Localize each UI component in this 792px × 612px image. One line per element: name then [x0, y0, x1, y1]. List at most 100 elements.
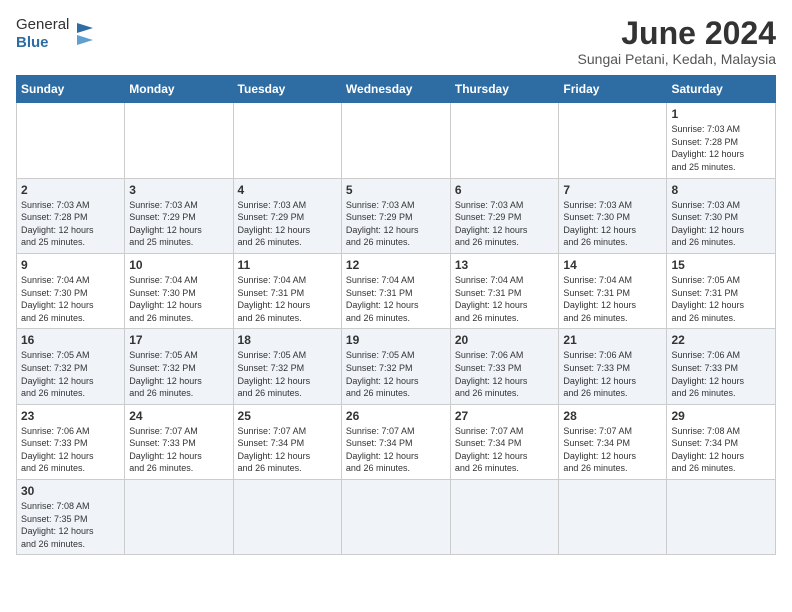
day-info: Sunrise: 7:03 AM Sunset: 7:30 PM Dayligh…: [671, 199, 771, 249]
logo-blue: Blue: [16, 34, 69, 52]
calendar-cell: 19 Sunrise: 7:05 AM Sunset: 7:32 PM Dayli…: [341, 329, 450, 404]
calendar-cell: 21 Sunrise: 7:06 AM Sunset: 7:33 PM Dayli…: [559, 329, 667, 404]
day-info: Sunrise: 7:06 AM Sunset: 7:33 PM Dayligh…: [563, 349, 662, 399]
day-info: Sunrise: 7:03 AM Sunset: 7:29 PM Dayligh…: [129, 199, 228, 249]
weekday-header-friday: Friday: [559, 76, 667, 103]
day-info: Sunrise: 7:07 AM Sunset: 7:34 PM Dayligh…: [455, 425, 555, 475]
calendar-cell: 16 Sunrise: 7:05 AM Sunset: 7:32 PM Dayli…: [17, 329, 125, 404]
calendar-week-row: 9 Sunrise: 7:04 AM Sunset: 7:30 PM Daylig…: [17, 253, 776, 328]
day-info: Sunrise: 7:03 AM Sunset: 7:29 PM Dayligh…: [455, 199, 555, 249]
day-number: 8: [671, 183, 771, 197]
title-area: June 2024 Sungai Petani, Kedah, Malaysia: [578, 16, 776, 67]
day-number: 26: [346, 409, 446, 423]
weekday-header-monday: Monday: [125, 76, 233, 103]
calendar-cell: [667, 480, 776, 555]
calendar-week-row: 2Sunrise: 7:03 AM Sunset: 7:28 PM Daylig…: [17, 178, 776, 253]
calendar-cell: 28 Sunrise: 7:07 AM Sunset: 7:34 PM Dayli…: [559, 404, 667, 479]
calendar-cell: 18Sunrise: 7:05 AM Sunset: 7:32 PM Dayli…: [233, 329, 341, 404]
day-number: 6: [455, 183, 555, 197]
day-info: Sunrise: 7:04 AM Sunset: 7:31 PM Dayligh…: [455, 274, 555, 324]
day-number: 11: [238, 258, 337, 272]
day-info: Sunrise: 7:05 AM Sunset: 7:32 PM Dayligh…: [129, 349, 228, 399]
calendar-cell: 17 Sunrise: 7:05 AM Sunset: 7:32 PM Dayli…: [125, 329, 233, 404]
calendar-cell: 26Sunrise: 7:07 AM Sunset: 7:34 PM Dayli…: [341, 404, 450, 479]
calendar-cell: 11 Sunrise: 7:04 AM Sunset: 7:31 PM Dayli…: [233, 253, 341, 328]
calendar-cell: 2Sunrise: 7:03 AM Sunset: 7:28 PM Daylig…: [17, 178, 125, 253]
day-number: 3: [129, 183, 228, 197]
calendar-cell: [17, 103, 125, 178]
day-info: Sunrise: 7:05 AM Sunset: 7:32 PM Dayligh…: [346, 349, 446, 399]
day-number: 27: [455, 409, 555, 423]
day-number: 19: [346, 333, 446, 347]
calendar-cell: 5 Sunrise: 7:03 AM Sunset: 7:29 PM Daylig…: [341, 178, 450, 253]
logo-text: General Blue: [16, 16, 69, 52]
calendar-cell: [341, 480, 450, 555]
day-number: 17: [129, 333, 228, 347]
day-number: 14: [563, 258, 662, 272]
day-info: Sunrise: 7:03 AM Sunset: 7:30 PM Dayligh…: [563, 199, 662, 249]
calendar-cell: [559, 480, 667, 555]
day-number: 4: [238, 183, 337, 197]
day-number: 24: [129, 409, 228, 423]
calendar-week-row: 23Sunrise: 7:06 AM Sunset: 7:33 PM Dayli…: [17, 404, 776, 479]
calendar-cell: 6 Sunrise: 7:03 AM Sunset: 7:29 PM Daylig…: [450, 178, 559, 253]
calendar-cell: 20 Sunrise: 7:06 AM Sunset: 7:33 PM Dayli…: [450, 329, 559, 404]
weekday-header-tuesday: Tuesday: [233, 76, 341, 103]
day-number: 23: [21, 409, 120, 423]
day-info: Sunrise: 7:08 AM Sunset: 7:35 PM Dayligh…: [21, 500, 120, 550]
calendar-cell: 1Sunrise: 7:03 AM Sunset: 7:28 PM Daylig…: [667, 103, 776, 178]
day-info: Sunrise: 7:04 AM Sunset: 7:30 PM Dayligh…: [129, 274, 228, 324]
day-info: Sunrise: 7:07 AM Sunset: 7:34 PM Dayligh…: [563, 425, 662, 475]
logo-general: General: [16, 16, 69, 34]
calendar-cell: 9Sunrise: 7:04 AM Sunset: 7:30 PM Daylig…: [17, 253, 125, 328]
day-info: Sunrise: 7:06 AM Sunset: 7:33 PM Dayligh…: [455, 349, 555, 399]
calendar-cell: [559, 103, 667, 178]
calendar-week-row: 1Sunrise: 7:03 AM Sunset: 7:28 PM Daylig…: [17, 103, 776, 178]
calendar-table: SundayMondayTuesdayWednesdayThursdayFrid…: [16, 75, 776, 555]
logo-triangle: [77, 23, 93, 45]
day-info: Sunrise: 7:04 AM Sunset: 7:31 PM Dayligh…: [563, 274, 662, 324]
day-number: 7: [563, 183, 662, 197]
calendar-cell: 15Sunrise: 7:05 AM Sunset: 7:31 PM Dayli…: [667, 253, 776, 328]
calendar-cell: 12Sunrise: 7:04 AM Sunset: 7:31 PM Dayli…: [341, 253, 450, 328]
day-number: 5: [346, 183, 446, 197]
calendar-cell: [125, 480, 233, 555]
day-number: 9: [21, 258, 120, 272]
header: General Blue June 2024 Sungai Petani, Ke…: [16, 16, 776, 67]
day-number: 21: [563, 333, 662, 347]
calendar-cell: 24Sunrise: 7:07 AM Sunset: 7:33 PM Dayli…: [125, 404, 233, 479]
day-info: Sunrise: 7:07 AM Sunset: 7:34 PM Dayligh…: [238, 425, 337, 475]
day-info: Sunrise: 7:05 AM Sunset: 7:32 PM Dayligh…: [21, 349, 120, 399]
calendar-cell: 23Sunrise: 7:06 AM Sunset: 7:33 PM Dayli…: [17, 404, 125, 479]
day-number: 16: [21, 333, 120, 347]
weekday-header-sunday: Sunday: [17, 76, 125, 103]
day-number: 18: [238, 333, 337, 347]
calendar-cell: 13 Sunrise: 7:04 AM Sunset: 7:31 PM Dayli…: [450, 253, 559, 328]
calendar-cell: 27 Sunrise: 7:07 AM Sunset: 7:34 PM Dayli…: [450, 404, 559, 479]
weekday-header-row: SundayMondayTuesdayWednesdayThursdayFrid…: [17, 76, 776, 103]
calendar-cell: 29Sunrise: 7:08 AM Sunset: 7:34 PM Dayli…: [667, 404, 776, 479]
calendar-cell: 3 Sunrise: 7:03 AM Sunset: 7:29 PM Daylig…: [125, 178, 233, 253]
weekday-header-saturday: Saturday: [667, 76, 776, 103]
calendar-cell: 4 Sunrise: 7:03 AM Sunset: 7:29 PM Daylig…: [233, 178, 341, 253]
day-info: Sunrise: 7:03 AM Sunset: 7:29 PM Dayligh…: [238, 199, 337, 249]
day-number: 22: [671, 333, 771, 347]
calendar-cell: [341, 103, 450, 178]
day-info: Sunrise: 7:06 AM Sunset: 7:33 PM Dayligh…: [671, 349, 771, 399]
day-number: 1: [671, 107, 771, 121]
day-number: 25: [238, 409, 337, 423]
calendar-week-row: 16 Sunrise: 7:05 AM Sunset: 7:32 PM Dayli…: [17, 329, 776, 404]
day-number: 20: [455, 333, 555, 347]
day-info: Sunrise: 7:03 AM Sunset: 7:29 PM Dayligh…: [346, 199, 446, 249]
day-number: 28: [563, 409, 662, 423]
calendar-week-row: 30Sunrise: 7:08 AM Sunset: 7:35 PM Dayli…: [17, 480, 776, 555]
day-number: 13: [455, 258, 555, 272]
day-info: Sunrise: 7:04 AM Sunset: 7:31 PM Dayligh…: [238, 274, 337, 324]
calendar-cell: 30Sunrise: 7:08 AM Sunset: 7:35 PM Dayli…: [17, 480, 125, 555]
calendar-cell: 8 Sunrise: 7:03 AM Sunset: 7:30 PM Daylig…: [667, 178, 776, 253]
calendar-cell: 10 Sunrise: 7:04 AM Sunset: 7:30 PM Dayli…: [125, 253, 233, 328]
calendar-cell: 7 Sunrise: 7:03 AM Sunset: 7:30 PM Daylig…: [559, 178, 667, 253]
day-number: 10: [129, 258, 228, 272]
day-number: 12: [346, 258, 446, 272]
calendar-cell: 22 Sunrise: 7:06 AM Sunset: 7:33 PM Dayli…: [667, 329, 776, 404]
